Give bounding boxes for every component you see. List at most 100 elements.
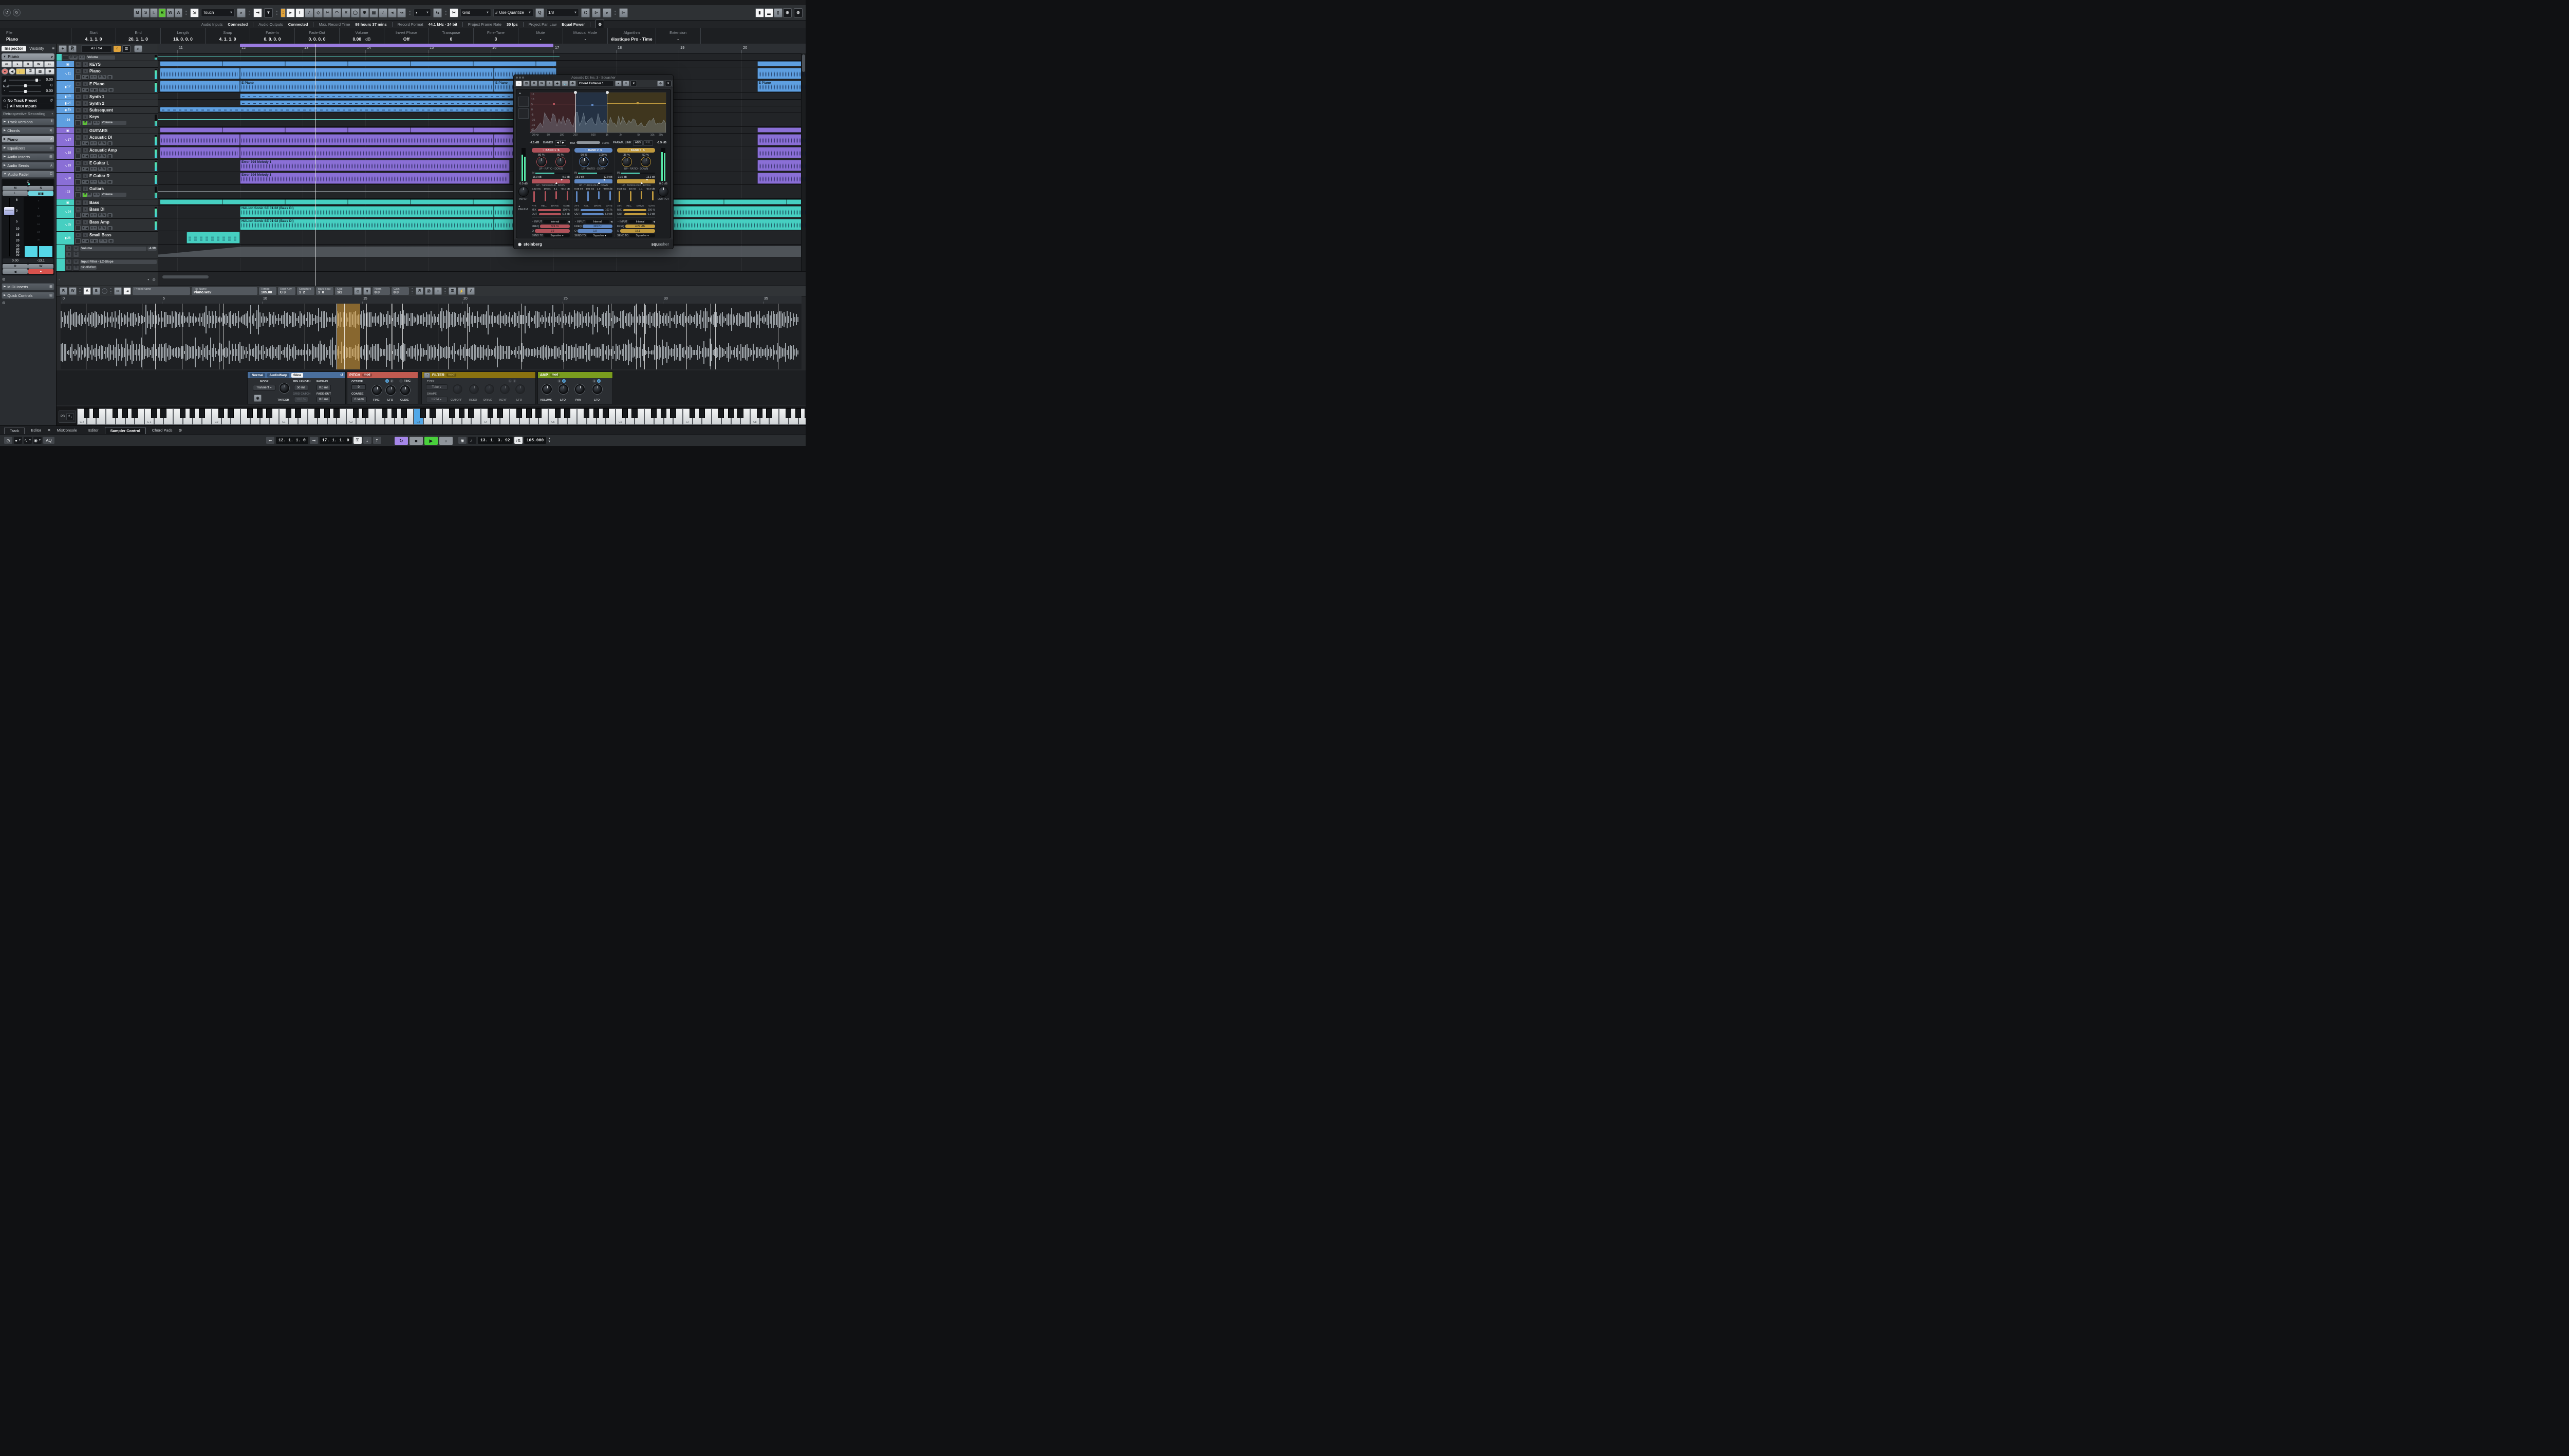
plugin-titlebar[interactable]: Acoustic DI: Ins. 3 - Squasher <box>514 75 673 80</box>
sc-input-select[interactable]: Internal <box>628 220 652 223</box>
sc-freq-slider[interactable]: 4.22 kHz <box>625 225 655 228</box>
read-button[interactable]: R <box>83 121 87 125</box>
fader-keyboard-icon[interactable]: ▮▯▮ <box>28 191 53 196</box>
black-key[interactable] <box>228 408 233 418</box>
black-key[interactable] <box>314 408 320 418</box>
band-power-icon[interactable]: ◔ <box>585 149 586 152</box>
lanes-icon[interactable]: ▥ <box>108 142 111 145</box>
track-row-subsequent[interactable]: ◉15msSubsequent <box>57 107 158 114</box>
right-zone-toggle-icon[interactable]: ▯ <box>774 8 783 17</box>
stop-button[interactable]: ■ <box>409 437 423 445</box>
cycle-button[interactable]: ↻ <box>395 437 408 445</box>
black-key[interactable] <box>295 408 301 418</box>
black-key[interactable] <box>786 408 791 418</box>
color-menu[interactable]: ◐▼ <box>414 9 431 17</box>
sc-input-select[interactable]: Internal <box>543 220 567 223</box>
arrange-lane-bass-di[interactable]: HALion Sonic SE 01-02 (Bass DI) <box>158 206 806 218</box>
black-key[interactable] <box>266 408 272 418</box>
event-clip[interactable] <box>160 61 556 66</box>
param-slider-drive[interactable] <box>598 191 600 204</box>
lane-lanes-icon[interactable]: Ⅲ <box>66 265 72 271</box>
event-clip[interactable] <box>757 134 806 145</box>
event-clip[interactable] <box>187 232 240 244</box>
slice-selection[interactable] <box>337 304 360 369</box>
filter-lfo1-badge[interactable]: 1 <box>508 379 512 383</box>
black-key[interactable] <box>651 408 657 418</box>
black-key[interactable] <box>132 408 137 418</box>
lfo2-badge[interactable]: 2 <box>390 379 394 383</box>
arrange-lane[interactable] <box>158 245 806 258</box>
black-key[interactable] <box>382 408 387 418</box>
event-clip[interactable] <box>160 199 806 204</box>
edit-channel-icon[interactable]: e <box>91 227 92 230</box>
monitor-button[interactable]: ◀ <box>86 227 88 230</box>
close-editor-icon[interactable]: ✕ <box>47 428 51 433</box>
track-row-guitars[interactable]: ▣msGUITARS <box>57 127 158 134</box>
event-clip[interactable] <box>240 134 494 145</box>
automation-m-button[interactable]: M <box>134 8 141 17</box>
monophonic-icon[interactable]: Ⓜ <box>425 287 433 295</box>
solo-button[interactable]: s <box>12 61 23 67</box>
quantize-value-select[interactable]: 1/8▼ <box>546 9 579 17</box>
midi-export-icon[interactable]: ◉ <box>254 395 262 402</box>
reso-knob[interactable] <box>469 384 479 394</box>
black-key[interactable] <box>180 408 185 418</box>
inspector-gear-icon[interactable]: ⊛ <box>2 301 6 305</box>
black-key[interactable] <box>353 408 359 418</box>
pitch-lfo-knob[interactable] <box>386 385 396 395</box>
freeze-icon[interactable]: ✻ <box>45 68 54 74</box>
arrange-lane-synth-2[interactable] <box>158 100 806 106</box>
fader-gear-icon[interactable]: ⊛ <box>2 277 6 282</box>
pan-lfo1-badge[interactable]: 1 <box>592 379 596 383</box>
ab-b-button[interactable]: B <box>92 287 100 295</box>
automation-parameter[interactable]: Volume <box>86 55 115 60</box>
goto-left-locator-icon[interactable]: ⇤ <box>266 437 274 444</box>
tab-chord-pads[interactable]: Chord Pads <box>147 427 178 434</box>
sc-power-icon[interactable]: ◔ <box>574 220 576 223</box>
black-key[interactable] <box>488 408 493 418</box>
instrument-icon[interactable]: ▮▯ <box>94 239 98 243</box>
plugin-sidechain-icon[interactable]: ⚓ <box>562 81 568 86</box>
autoscroll-options-icon[interactable]: ▼ <box>264 8 273 17</box>
up-ratio-knob[interactable] <box>580 157 589 166</box>
info-column[interactable]: Mute- <box>518 28 563 44</box>
bands-count-stepper[interactable]: ◀ 3 ▶ <box>555 140 567 146</box>
black-key[interactable] <box>728 408 734 418</box>
plugin-write-button[interactable]: W <box>538 81 545 86</box>
lanes-icon[interactable]: ▥ <box>108 214 111 217</box>
event-clip[interactable] <box>757 68 806 79</box>
track-row[interactable]: RWInput Filter - LC-SlopeⅢ⚿12 dB/Oct <box>57 258 158 272</box>
plugin-switch-ab-icon[interactable]: a <box>546 81 553 86</box>
record-enable-button[interactable]: ● <box>83 88 85 91</box>
arrange-lane-guitars[interactable] <box>158 185 806 199</box>
automation-checkbox[interactable] <box>75 87 81 92</box>
iterative-quantize-icon[interactable]: ⑆ <box>581 8 590 17</box>
editor-read-button[interactable]: R <box>60 287 67 295</box>
black-key[interactable] <box>420 408 426 418</box>
solo-button[interactable]: s <box>82 232 88 238</box>
param-slider-gate[interactable] <box>652 191 654 204</box>
find-track-icon[interactable]: ⌕ <box>134 45 142 52</box>
normalize-icon[interactable]: ⬆ <box>363 287 371 295</box>
up-ratio-knob[interactable] <box>537 157 546 166</box>
lower-zone-toggle-icon[interactable]: ▂ <box>765 8 773 17</box>
punch-lock-icon[interactable]: ⚿ <box>353 437 362 444</box>
band-mix-slider[interactable] <box>538 209 561 211</box>
threshold-up-handle[interactable] <box>555 182 557 184</box>
edit-channel-icon[interactable]: e <box>91 180 92 183</box>
solo-button[interactable]: s <box>82 135 88 140</box>
keyf-knob[interactable] <box>500 384 510 394</box>
lane-write-button[interactable]: W <box>73 246 79 251</box>
mute-button[interactable]: m <box>75 101 81 106</box>
sc-freq-slider[interactable]: 329 Hz <box>540 225 570 228</box>
track-row-synth-1[interactable]: ▮13msSynth 1 <box>57 94 158 100</box>
param-slider-rel[interactable] <box>587 191 589 204</box>
inspector-menu-icon[interactable]: ≡ <box>52 46 54 51</box>
bypass-dot-icon[interactable] <box>102 288 107 294</box>
threshold-down-handle[interactable] <box>561 179 563 181</box>
event-clip[interactable]: HALion Sonic SE 01-02 (Bass DI) <box>240 219 494 230</box>
event-clip[interactable]: E Piano <box>757 81 806 92</box>
output-gain-knob[interactable] <box>658 186 668 197</box>
lane-parameter[interactable]: Input Filter - LC-Slope <box>80 260 157 264</box>
inspector-section-midi-inserts[interactable]: ▶MIDI Inserts⊞ <box>2 283 54 290</box>
